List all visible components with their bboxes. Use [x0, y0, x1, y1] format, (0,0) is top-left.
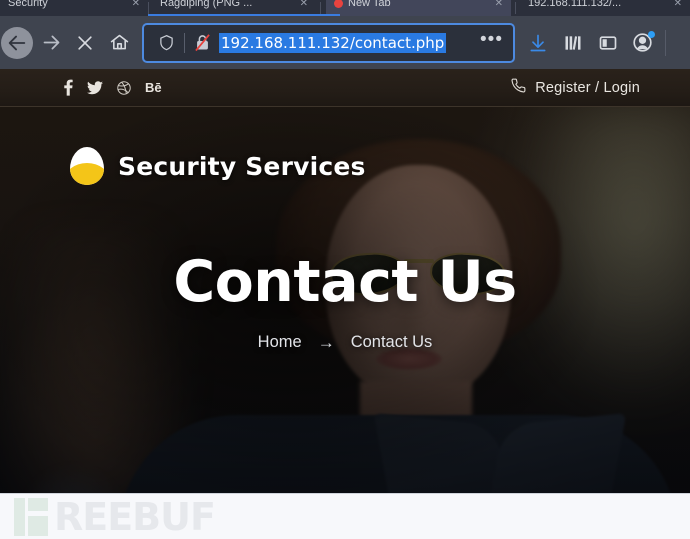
back-button[interactable]	[0, 26, 34, 60]
tab-close-icon[interactable]: ✕	[489, 0, 503, 9]
sidebar-icon	[599, 35, 616, 50]
dribbble-icon[interactable]	[117, 80, 131, 95]
sidebar-button[interactable]	[591, 26, 624, 60]
page-title: Contact Us	[173, 248, 517, 315]
stop-button[interactable]	[68, 26, 102, 60]
url-text[interactable]: 192.168.111.132/contact.php	[219, 32, 447, 53]
close-x-icon	[78, 35, 92, 50]
insecure-crossed-lock-icon[interactable]	[191, 33, 213, 52]
hero-section: Security Services Contact Us Home → Cont…	[0, 107, 690, 539]
address-bar[interactable]: 192.168.111.132/contact.php •••	[142, 22, 515, 63]
breadcrumb-arrow-icon: →	[317, 332, 335, 352]
forward-button[interactable]	[34, 26, 68, 60]
library-icon	[565, 35, 580, 50]
toolbar-divider	[665, 29, 666, 56]
tab-title: Security	[8, 0, 48, 9]
toolbar-actions	[521, 26, 666, 60]
account-button[interactable]	[626, 26, 659, 60]
screenshot-root: Security ✕ Ragdiping (PNG ... ✕ New Tab …	[0, 0, 690, 539]
forward-arrow-icon	[43, 35, 59, 50]
account-notification-badge	[648, 30, 655, 38]
tab-title: Ragdiping (PNG ...	[160, 0, 253, 9]
social-links: Bē	[64, 79, 162, 96]
lock-glyph	[194, 34, 210, 52]
phone-icon	[511, 78, 526, 98]
browser-tab-3-active[interactable]: New Tab ✕	[326, 0, 511, 16]
tab-title: 192.168.111.132/...	[528, 0, 622, 9]
browser-tab-4[interactable]: 192.168.111.132/... ✕	[520, 0, 690, 16]
twitter-icon[interactable]	[87, 80, 103, 95]
tab-favicon-icon	[334, 0, 343, 8]
library-button[interactable]	[556, 26, 589, 60]
tab-close-icon[interactable]: ✕	[126, 0, 140, 9]
tab-close-icon[interactable]: ✕	[668, 0, 682, 9]
tab-divider	[515, 2, 516, 14]
behance-icon[interactable]: Bē	[145, 80, 162, 95]
home-button[interactable]	[102, 26, 136, 60]
breadcrumb-current: Contact Us	[350, 333, 433, 351]
site-topbar: Bē Register / Login	[0, 69, 690, 107]
browser-tabstrip: Security ✕ Ragdiping (PNG ... ✕ New Tab …	[0, 0, 690, 16]
tab-divider	[320, 2, 321, 14]
breadcrumb-home-link[interactable]: Home	[258, 333, 302, 352]
browser-tab-1[interactable]: Security ✕	[0, 0, 148, 16]
downloads-icon	[530, 34, 545, 51]
tab-divider	[148, 2, 149, 14]
downloads-button[interactable]	[521, 26, 554, 60]
facebook-icon[interactable]	[64, 79, 73, 96]
account-area[interactable]: Register / Login	[511, 78, 640, 98]
back-arrow-icon	[8, 35, 26, 50]
urlbar-divider	[184, 32, 185, 53]
page-actions-button[interactable]: •••	[480, 30, 503, 51]
tracking-protection-shield-icon[interactable]	[154, 34, 178, 51]
tab-close-icon[interactable]: ✕	[294, 0, 308, 9]
breadcrumb: Home → Contact Us	[258, 333, 433, 353]
home-icon	[110, 34, 128, 50]
browser-toolbar: 192.168.111.132/contact.php •••	[0, 16, 690, 69]
web-page-content: Bē Register / Login Security Services Co…	[0, 69, 690, 539]
register-login-link[interactable]: Register / Login	[535, 80, 640, 96]
hero-content: Contact Us Home → Contact Us	[0, 107, 690, 539]
tab-title: New Tab	[348, 0, 391, 9]
